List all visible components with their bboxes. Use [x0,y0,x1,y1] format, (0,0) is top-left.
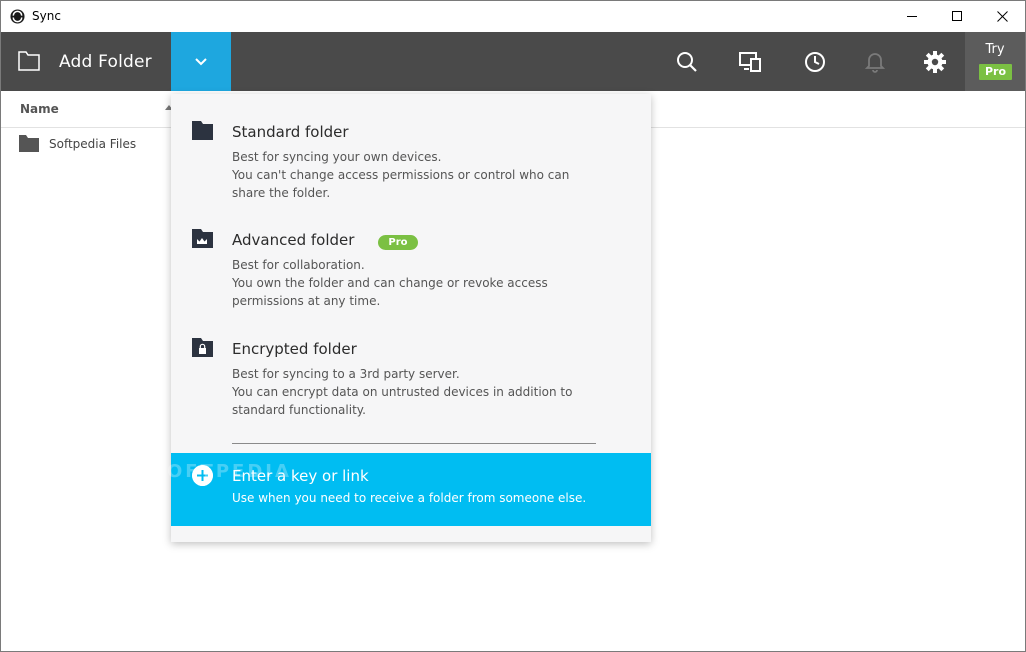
menu-item-standard-folder[interactable]: Standard folder Best for syncing your ow… [171,94,651,200]
menu-item-description: Best for syncing your own devices. You c… [232,148,622,202]
search-button[interactable] [675,50,699,74]
menu-item-description: Best for collaboration. You own the fold… [232,256,622,310]
menu-item-encrypted-folder[interactable]: Encrypted folder Best for syncing to a 3… [171,311,651,417]
menu-item-description: Best for syncing to a 3rd party server. … [232,365,622,419]
folder-icon [192,121,213,140]
add-folder-menu: Standard folder Best for syncing your ow… [171,94,651,542]
add-folder-button[interactable]: Add Folder [1,32,171,91]
close-button[interactable] [979,1,1025,32]
close-icon [996,11,1008,22]
maximize-button[interactable] [934,1,980,32]
history-icon [805,52,825,72]
maximize-icon [951,11,962,21]
menu-item-title: Standard folder [232,123,349,141]
description-line: standard functionality. [232,403,366,417]
minimize-button[interactable] [889,1,935,32]
history-button[interactable] [803,50,827,74]
app-window: Sync Add Folder Try Pro Name Softpedia F… [0,0,1026,652]
try-label: Try [985,42,1005,57]
folder-crown-icon [192,229,213,248]
menu-item-enter-key-or-link[interactable]: Enter a key or link Use when you need to… [171,453,651,526]
name-column-header[interactable]: Name [20,102,59,116]
description-line: You can encrypt data on untrusted device… [232,385,573,399]
toolbar: Add Folder Try Pro [1,32,1025,91]
description-line: Best for syncing to a 3rd party server. [232,367,460,381]
add-folder-dropdown-toggle[interactable] [171,32,231,91]
description-line: You can't change access permissions or c… [232,168,570,182]
pro-badge: Pro [378,235,418,250]
gear-icon [924,51,946,73]
folder-lock-icon [192,338,213,357]
notifications-button[interactable] [863,50,887,74]
devices-button[interactable] [739,50,763,74]
description-line: permissions at any time. [232,294,381,308]
menu-item-title: Encrypted folder [232,340,357,358]
search-icon [677,52,697,72]
try-pro-button[interactable]: Try Pro [965,32,1025,91]
chevron-down-icon [195,57,207,65]
pro-badge: Pro [979,64,1012,80]
add-folder-label: Add Folder [59,52,152,72]
file-name: Softpedia Files [49,137,137,151]
menu-item-description: Use when you need to receive a folder fr… [232,491,587,505]
menu-item-title: Enter a key or link [232,467,369,485]
folder-outline-icon [18,51,40,71]
devices-icon [739,52,761,72]
folder-icon [19,135,39,152]
bell-icon [865,53,885,73]
description-line: share the folder. [232,186,331,200]
window-title: Sync [32,9,61,23]
plus-circle-icon [192,465,213,486]
description-line: Best for collaboration. [232,258,365,272]
description-line: You own the folder and can change or rev… [232,276,548,290]
description-line: Best for syncing your own devices. [232,150,442,164]
minimize-icon [906,16,917,17]
sync-logo-icon [10,9,25,24]
menu-divider [232,443,596,444]
menu-item-title: Advanced folder [232,231,355,249]
settings-button[interactable] [923,50,947,74]
menu-item-advanced-folder[interactable]: Advanced folder Best for collaboration. … [171,202,651,308]
title-bar: Sync [1,1,1025,32]
